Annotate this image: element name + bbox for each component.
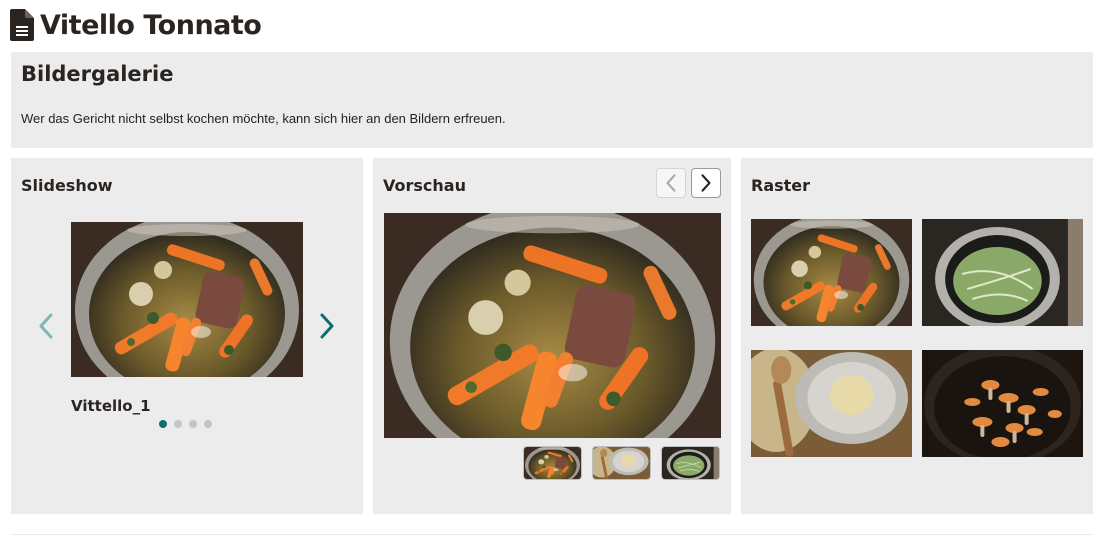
preview-thumbnail-1[interactable]	[523, 446, 582, 480]
chevron-right-icon	[699, 174, 713, 192]
preview-thumbnail-3[interactable]	[661, 446, 720, 480]
grid-image-4[interactable]	[922, 350, 1083, 457]
page-title: Vitello Tonnato	[40, 9, 262, 41]
gallery-description: Wer das Gericht nicht selbst kochen möch…	[21, 111, 506, 126]
slideshow-prev-button[interactable]	[37, 313, 55, 339]
slideshow-dot-4[interactable]	[204, 420, 212, 428]
slideshow-caption: Vittello_1	[71, 397, 151, 415]
slideshow-card: Slideshow Vittello_1	[11, 158, 363, 514]
page-header: Vitello Tonnato	[10, 8, 262, 42]
chevron-left-icon	[37, 313, 55, 339]
grid-image-1[interactable]	[751, 219, 912, 326]
preview-main-image[interactable]	[384, 213, 721, 438]
content-divider	[11, 534, 1093, 535]
preview-thumbnail-2[interactable]	[592, 446, 651, 480]
slideshow-title: Slideshow	[21, 176, 113, 195]
slideshow-dot-3[interactable]	[189, 420, 197, 428]
slideshow-next-button[interactable]	[318, 313, 336, 339]
preview-title: Vorschau	[383, 176, 466, 195]
grid-card: Raster	[741, 158, 1093, 514]
preview-prev-button[interactable]	[656, 168, 686, 198]
document-icon	[10, 9, 34, 41]
slideshow-pagination	[159, 420, 212, 428]
grid-title: Raster	[751, 176, 811, 195]
slideshow-image[interactable]	[71, 222, 303, 377]
slideshow-dot-1[interactable]	[159, 420, 167, 428]
slideshow-dot-2[interactable]	[174, 420, 182, 428]
preview-card: Vorschau	[373, 158, 731, 514]
chevron-left-icon	[664, 174, 678, 192]
gallery-intro-panel: Bildergalerie Wer das Gericht nicht selb…	[11, 52, 1093, 148]
grid-image-2[interactable]	[922, 219, 1083, 326]
chevron-right-icon	[318, 313, 336, 339]
gallery-heading: Bildergalerie	[21, 62, 174, 86]
grid-image-3[interactable]	[751, 350, 912, 457]
preview-next-button[interactable]	[691, 168, 721, 198]
